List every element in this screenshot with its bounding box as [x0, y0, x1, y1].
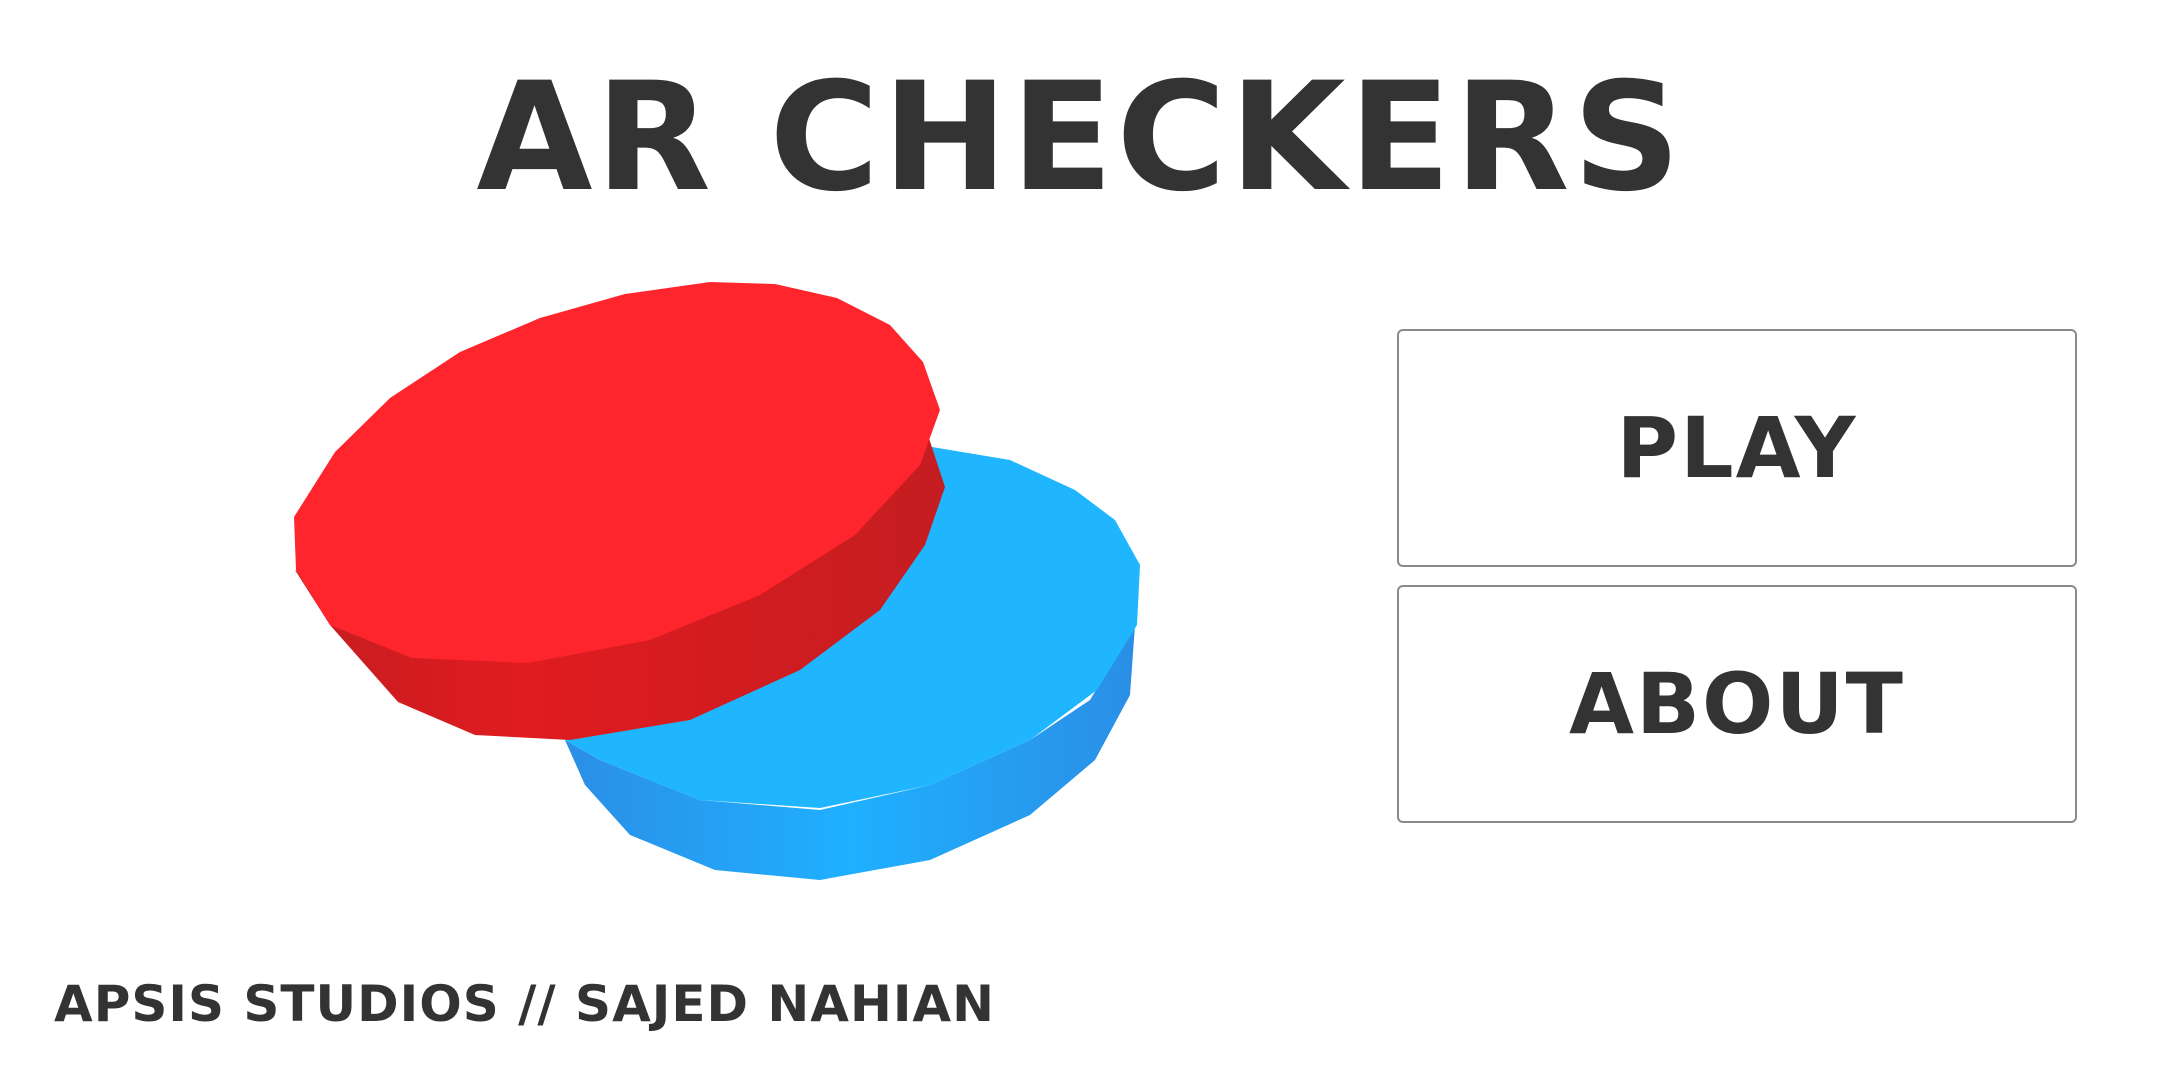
studio-credit: APSIS STUDIOS // SAJED NAHIAN: [54, 975, 995, 1033]
app-title: AR CHECKERS: [476, 51, 1684, 225]
play-button-label: PLAY: [1616, 399, 1858, 497]
checker-pieces-icon: [270, 270, 1170, 910]
about-button[interactable]: ABOUT: [1397, 585, 2077, 823]
about-button-label: ABOUT: [1569, 655, 1905, 753]
play-button[interactable]: PLAY: [1397, 329, 2077, 567]
